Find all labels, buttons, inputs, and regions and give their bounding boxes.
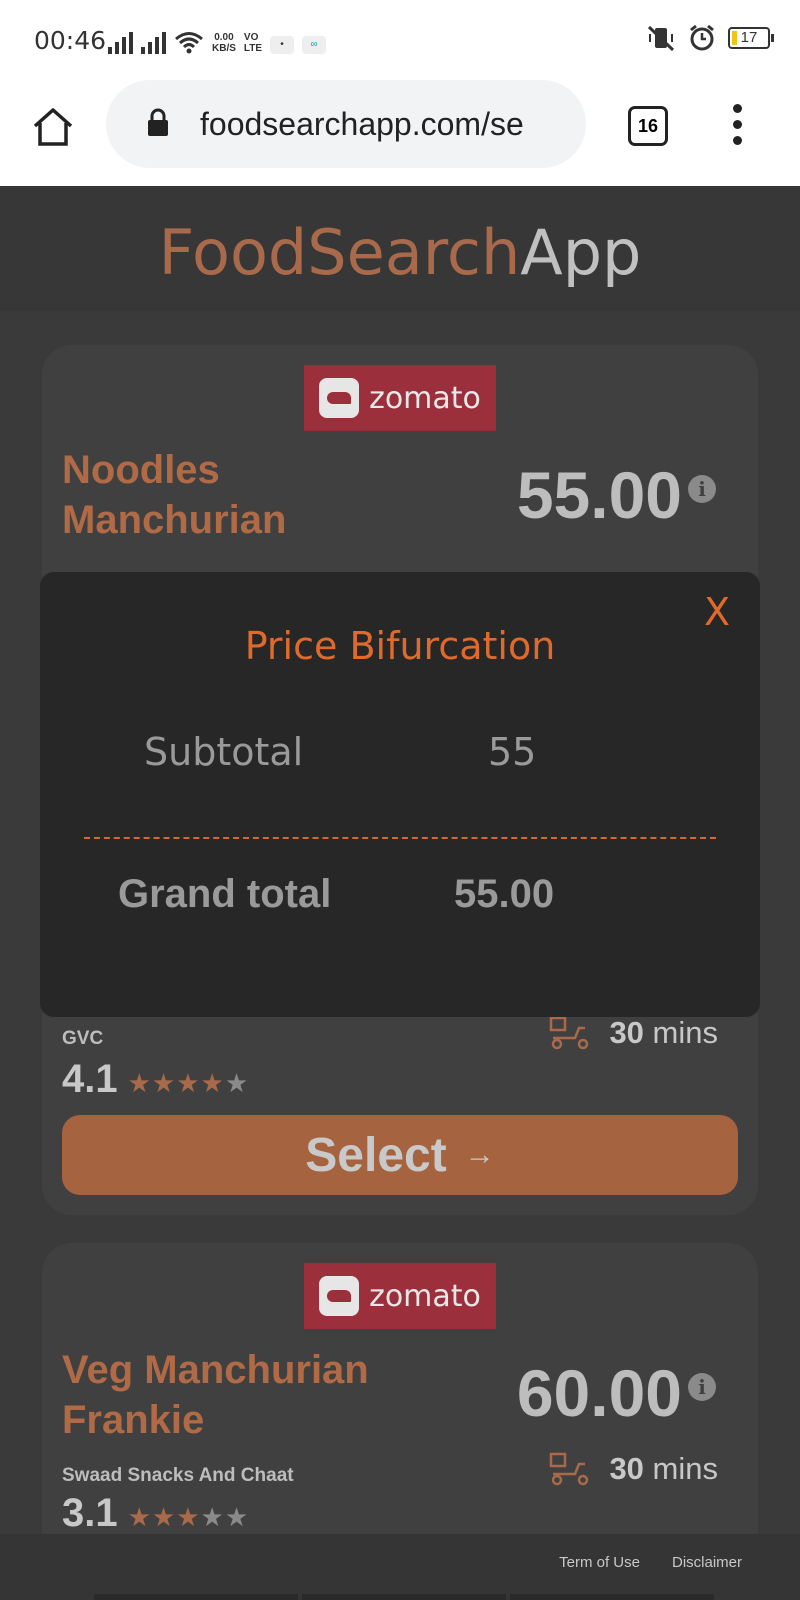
app-title-app: App [520,216,642,289]
address-bar[interactable]: foodsearchapp.com/se [106,80,586,168]
restaurant-name: Swaad Snacks And Chaat [62,1465,294,1486]
dish-name[interactable]: Noodles Manchurian [62,445,452,545]
notification-icon: • [270,36,295,54]
status-right-icons: 17 [646,24,774,52]
grand-total-value: 55.00 [454,872,555,916]
status-left-icons: 0.00 KB/S VO LTE • ∞ [108,22,327,54]
footer-links: Term of Use Disclaimer [559,1554,742,1571]
app-title-foodsearch: FoodSearch [158,216,521,289]
url-text[interactable]: foodsearchapp.com/se [200,106,570,143]
volte-indicator: VO LTE [243,32,263,54]
terms-link[interactable]: Term of Use [559,1554,640,1571]
brand-name: zomato [369,1278,481,1314]
star-rating: ★★★★★ [127,1502,250,1532]
vibrate-off-icon [647,25,675,51]
zomato-icon [319,378,360,418]
delivery-scooter-icon [550,1452,589,1486]
dish-name[interactable]: Veg Manchurian Frankie [62,1345,452,1445]
battery-icon: 17 [728,27,774,49]
restaurant-name: GVC [62,1028,104,1049]
app-notification-icon: ∞ [302,36,327,54]
zomato-logo: zomato [304,1263,496,1329]
rating-value: 3.1 [62,1491,118,1535]
delivery-time: 30 mins [549,1015,718,1051]
info-icon[interactable]: i [688,1373,716,1401]
signal-icon-2 [141,32,166,54]
divider [84,837,716,839]
brand-name: zomato [369,380,481,416]
home-icon[interactable] [30,104,76,150]
modal-title: Price Bifurcation [244,624,556,668]
subtotal-value: 55 [488,730,537,774]
rating-value: 4.1 [62,1057,118,1101]
select-button[interactable]: Select → [62,1115,738,1195]
lock-icon [148,108,168,136]
app-header: FoodSearchApp [0,186,800,311]
footer-tab-strip [94,1594,714,1600]
price: 60.00 [516,1356,682,1430]
signal-icon [108,32,133,54]
rating: 4.1 ★★★★★ [62,1057,249,1102]
wifi-icon [175,32,203,54]
tabs-button[interactable]: 16 [628,106,668,146]
delivery-scooter-icon [550,1016,589,1050]
price-bifurcation-modal: X Price Bifurcation Subtotal 55 Grand to… [40,572,760,1017]
browser-toolbar: foodsearchapp.com/se 16 [0,78,800,186]
arrow-right-icon: → [464,1138,495,1171]
grand-total-label: Grand total [118,872,332,916]
rating: 3.1 ★★★★★ [62,1491,249,1536]
net-speed: 0.00 KB/S [212,32,236,54]
subtotal-label: Subtotal [144,730,304,774]
zomato-logo: zomato [304,365,496,431]
delivery-time: 30 mins [549,1451,718,1487]
zomato-icon [319,1276,360,1316]
more-vert-icon[interactable] [727,104,747,150]
status-bar: 00:46 0.00 KB/S VO LTE • ∞ 17 [0,0,800,78]
app-title: FoodSearchApp [0,216,800,289]
status-time: 00:46 [34,26,107,55]
star-rating: ★★★★★ [127,1068,250,1098]
alarm-icon [690,24,714,51]
footer: Term of Use Disclaimer [0,1534,800,1600]
info-icon[interactable]: i [688,475,716,503]
disclaimer-link[interactable]: Disclaimer [672,1554,742,1571]
price: 55.00 [516,458,682,532]
